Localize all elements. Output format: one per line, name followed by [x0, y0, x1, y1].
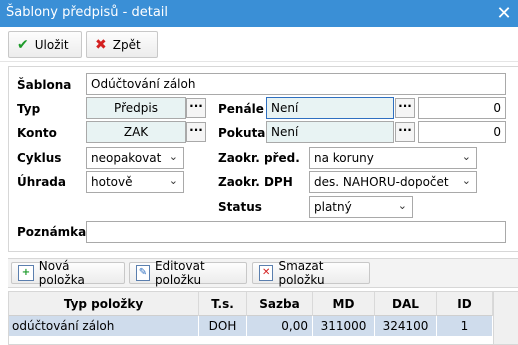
grid-toolbar: + Nová položka ✎ Editovat položku ✕ Smaz… — [8, 258, 518, 288]
zaokr-pred-label: Zaokr. před. — [218, 151, 300, 165]
zaokr-dph-select-value: des. NAHORU-dopočet — [314, 175, 449, 189]
konto-label: Konto — [17, 126, 57, 140]
items-grid: Typ položky T.s. Sazba MD DAL ID odúčtov… — [8, 291, 518, 345]
column-header-md[interactable]: MD — [313, 292, 375, 316]
delete-item-label: Smazat položku — [278, 259, 325, 287]
template-form: Šablona Odúčtování záloh Typ Předpis ···… — [8, 66, 518, 252]
cell-id: 1 — [437, 316, 493, 336]
pokuta-input[interactable]: Není — [266, 121, 394, 143]
window-title: Šablony předpisů - detail — [6, 5, 169, 20]
chevron-down-icon: ⌄ — [168, 174, 178, 187]
pokuta-lookup-button[interactable]: ··· — [395, 122, 415, 142]
uhrada-select[interactable]: hotově ⌄ — [86, 171, 184, 193]
konto-input[interactable]: ZAK — [86, 121, 186, 143]
new-item-button[interactable]: + Nová položka — [11, 259, 125, 287]
back-button[interactable]: ✖ Zpět — [86, 31, 158, 58]
sablona-label: Šablona — [17, 78, 72, 92]
cell-ts: DOH — [199, 316, 247, 336]
poznamka-label: Poznámka — [17, 225, 87, 239]
uhrada-label: Úhrada — [17, 175, 66, 189]
edit-document-icon: ✎ — [136, 265, 150, 281]
save-button[interactable]: ✔ Uložit — [8, 31, 82, 58]
checkmark-icon: ✔ — [17, 36, 29, 53]
column-header-typ[interactable]: Typ položky — [9, 292, 199, 316]
penale-lookup-button[interactable]: ··· — [395, 98, 415, 118]
penale-label: Penále — [218, 102, 264, 116]
cyklus-select-value: neopakovat — [91, 151, 162, 165]
cyklus-select[interactable]: neopakovat ⌄ — [86, 147, 184, 169]
zaokr-pred-select-value: na koruny — [314, 151, 374, 165]
chevron-down-icon: ⌄ — [461, 174, 471, 187]
status-select-value: platný — [314, 200, 352, 214]
window-titlebar: Šablony předpisů - detail ✕ — [0, 0, 518, 27]
column-header-dal[interactable]: DAL — [375, 292, 437, 316]
new-item-label: Nová položka — [38, 259, 85, 287]
cell-md: 311000 — [313, 316, 375, 336]
table-row[interactable]: odúčtování záloh DOH 0,00 311000 324100 … — [9, 316, 493, 336]
chevron-down-icon: ⌄ — [461, 150, 471, 163]
cell-sazba: 0,00 — [247, 316, 313, 336]
column-header-id[interactable]: ID — [437, 292, 493, 316]
zaokr-dph-select[interactable]: des. NAHORU-dopočet ⌄ — [309, 171, 477, 193]
chevron-down-icon: ⌄ — [397, 199, 407, 212]
save-button-label: Uložit — [34, 37, 69, 52]
cyklus-label: Cyklus — [17, 151, 62, 165]
sablona-input[interactable]: Odúčtování záloh — [86, 73, 506, 95]
add-document-icon: + — [18, 265, 34, 281]
typ-lookup-button[interactable]: ··· — [186, 98, 206, 118]
delete-document-icon: ✕ — [259, 265, 274, 281]
konto-lookup-button[interactable]: ··· — [186, 122, 206, 142]
delete-item-button[interactable]: ✕ Smazat položku — [252, 259, 370, 287]
typ-label: Typ — [17, 102, 41, 116]
grid-scrollbar[interactable] — [493, 292, 518, 344]
penale-input[interactable]: Není — [266, 97, 394, 119]
chevron-down-icon: ⌄ — [168, 150, 178, 163]
grid-header: Typ položky T.s. Sazba MD DAL ID — [9, 292, 493, 316]
pokuta-amount-input[interactable]: 0 — [418, 121, 506, 143]
main-toolbar: ✔ Uložit ✖ Zpět — [0, 27, 518, 62]
close-icon[interactable]: ✕ — [490, 0, 518, 27]
edit-item-label: Editovat položku — [154, 259, 205, 287]
zaokr-pred-select[interactable]: na koruny ⌄ — [309, 147, 477, 169]
poznamka-input[interactable] — [86, 221, 506, 243]
status-select[interactable]: platný ⌄ — [309, 196, 413, 218]
column-header-sazba[interactable]: Sazba — [247, 292, 313, 316]
edit-item-button[interactable]: ✎ Editovat položku — [129, 259, 247, 287]
cross-icon: ✖ — [95, 36, 107, 53]
uhrada-select-value: hotově — [91, 175, 133, 189]
column-header-ts[interactable]: T.s. — [199, 292, 247, 316]
back-button-label: Zpět — [112, 37, 141, 52]
pokuta-label: Pokuta — [218, 126, 266, 140]
status-label: Status — [218, 200, 262, 214]
cell-dal: 324100 — [375, 316, 437, 336]
zaokr-dph-label: Zaokr. DPH — [218, 175, 293, 189]
penale-amount-input[interactable]: 0 — [418, 97, 506, 119]
typ-input[interactable]: Předpis — [86, 97, 186, 119]
cell-typ: odúčtování záloh — [9, 316, 199, 336]
